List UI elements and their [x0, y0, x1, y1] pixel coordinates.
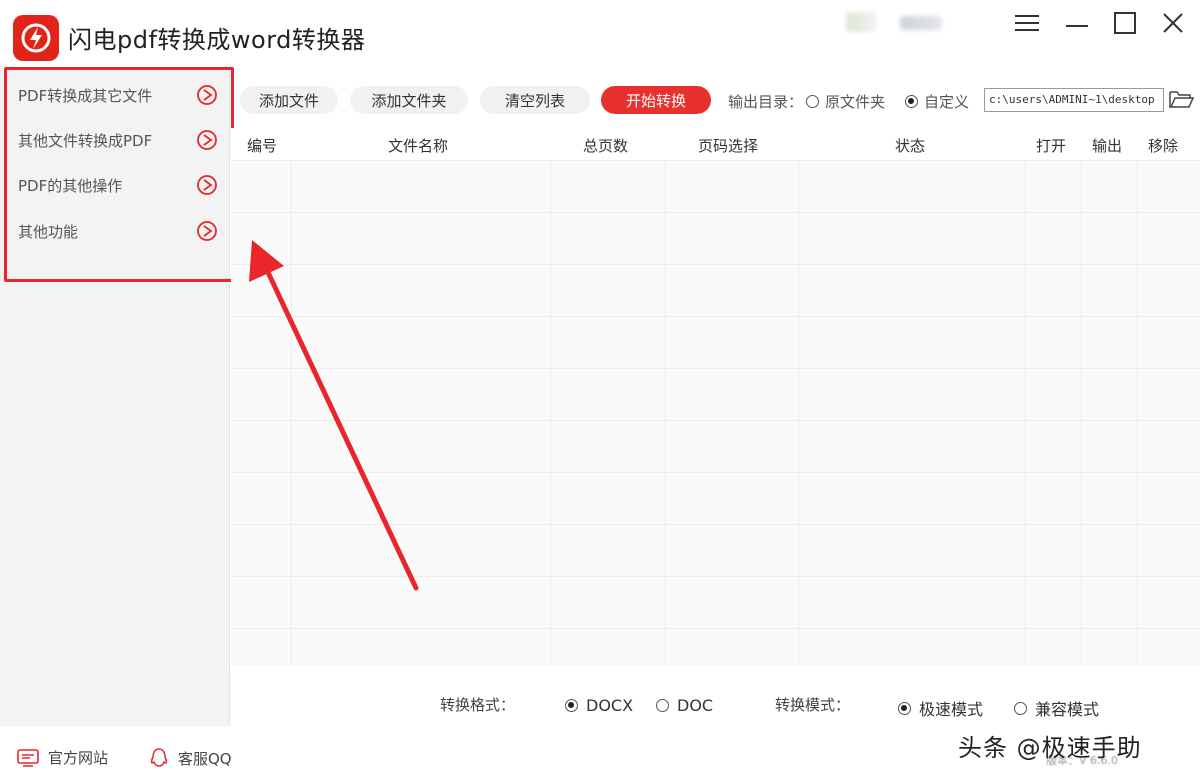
column-header-page-select: 页码选择 — [698, 137, 759, 155]
radio-icon — [1014, 701, 1027, 715]
circle-arrow-right-icon — [197, 221, 217, 241]
grid-line — [798, 160, 799, 666]
mode-label: 转换模式： — [775, 696, 851, 714]
qq-penguin-icon — [150, 748, 168, 767]
grid-line — [231, 160, 1200, 161]
format-docx-radio[interactable]: DOCX — [565, 696, 633, 715]
column-header-open: 打开 — [1036, 137, 1067, 155]
grid-line — [231, 576, 1200, 577]
blurred-username — [900, 16, 942, 30]
close-icon — [1163, 13, 1183, 33]
support-qq-link[interactable]: 客服QQ — [148, 747, 232, 769]
output-dir-label: 输出目录： — [728, 93, 804, 111]
grid-line — [231, 472, 1200, 473]
sidebar-item-other-to-pdf[interactable]: 其他文件转换成PDF — [8, 119, 226, 161]
column-header-filename: 文件名称 — [388, 137, 449, 155]
add-folder-button[interactable]: 添加文件夹 — [350, 86, 468, 114]
app-title: 闪电pdf转换成word转换器 — [68, 26, 366, 54]
close-button[interactable] — [1153, 6, 1193, 40]
sidebar-item-pdf-operations[interactable]: PDF的其他操作 — [8, 164, 226, 206]
output-original-radio[interactable]: 原文件夹 — [806, 91, 885, 112]
mode-fast-radio[interactable]: 极速模式 — [898, 696, 983, 720]
sidebar-item-label: 其他文件转换成PDF — [18, 131, 153, 150]
grid-line — [665, 160, 666, 666]
output-path-field[interactable]: c:\users\ADMINI~1\desktop — [984, 88, 1164, 112]
add-file-button[interactable]: 添加文件 — [240, 86, 338, 114]
mode-compat-radio[interactable]: 兼容模式 — [1014, 696, 1099, 720]
column-header-output: 输出 — [1092, 137, 1123, 155]
minimize-button[interactable] — [1057, 6, 1097, 40]
circle-arrow-right-icon — [197, 175, 217, 195]
hamburger-icon — [1015, 15, 1039, 31]
maximize-button[interactable] — [1105, 6, 1145, 40]
format-doc-label: DOC — [677, 696, 714, 715]
title-bar: 闪电pdf转换成word转换器 — [0, 0, 1200, 68]
output-custom-label: 自定义 — [924, 93, 970, 111]
column-header-remove: 移除 — [1148, 137, 1179, 155]
grid-line — [231, 524, 1200, 525]
grid-line — [231, 420, 1200, 421]
radio-icon — [806, 95, 819, 108]
table-header: 编号 文件名称 总页数 页码选择 状态 打开 输出 移除 — [231, 128, 1200, 160]
radio-selected-icon — [898, 701, 911, 715]
minimize-icon — [1066, 25, 1088, 27]
watermark-text: 头条 @极速手助 — [958, 734, 1142, 762]
sidebar-item-other-functions[interactable]: 其他功能 — [8, 210, 226, 252]
grid-line — [1137, 160, 1138, 666]
blurred-avatar — [846, 12, 876, 32]
sidebar-item-label: PDF的其他操作 — [18, 176, 123, 195]
file-table: 编号 文件名称 总页数 页码选择 状态 打开 输出 移除 — [231, 128, 1200, 666]
grid-line — [231, 264, 1200, 265]
sidebar-item-pdf-to-other[interactable]: PDF转换成其它文件 — [8, 74, 226, 116]
grid-line — [231, 316, 1200, 317]
grid-line — [231, 368, 1200, 369]
grid-line — [1081, 160, 1082, 666]
folder-open-icon[interactable] — [1168, 88, 1194, 110]
clear-list-button[interactable]: 清空列表 — [480, 86, 590, 114]
official-website-label: 官方网站 — [48, 749, 109, 767]
grid-line — [291, 160, 292, 666]
column-header-number: 编号 — [247, 137, 278, 155]
radio-selected-icon — [565, 699, 578, 712]
format-docx-label: DOCX — [586, 696, 634, 715]
column-header-status: 状态 — [895, 137, 926, 155]
circle-arrow-right-icon — [197, 85, 217, 105]
menu-button[interactable] — [1007, 6, 1047, 40]
output-original-label: 原文件夹 — [825, 93, 886, 111]
output-custom-radio[interactable]: 自定义 — [905, 91, 969, 112]
start-convert-button[interactable]: 开始转换 — [601, 86, 711, 114]
radio-icon — [656, 699, 669, 712]
sidebar-item-label: 其他功能 — [18, 222, 79, 241]
circle-arrow-right-icon — [197, 130, 217, 150]
format-doc-radio[interactable]: DOC — [656, 696, 713, 715]
grid-line — [231, 628, 1200, 629]
column-header-total-pages: 总页数 — [583, 137, 629, 155]
support-qq-label: 客服QQ — [178, 749, 232, 768]
grid-line — [1025, 160, 1026, 666]
format-label: 转换格式： — [440, 696, 516, 714]
official-website-link[interactable]: 官方网站 — [16, 747, 108, 768]
mode-fast-label: 极速模式 — [919, 700, 984, 719]
lightning-icon — [21, 23, 51, 53]
mode-compat-label: 兼容模式 — [1035, 700, 1100, 719]
maximize-icon — [1114, 12, 1136, 34]
grid-line — [231, 212, 1200, 213]
sidebar-item-label: PDF转换成其它文件 — [18, 86, 153, 105]
app-logo — [13, 15, 59, 61]
radio-selected-icon — [905, 95, 918, 108]
monitor-icon — [17, 748, 39, 767]
grid-line — [550, 160, 551, 666]
